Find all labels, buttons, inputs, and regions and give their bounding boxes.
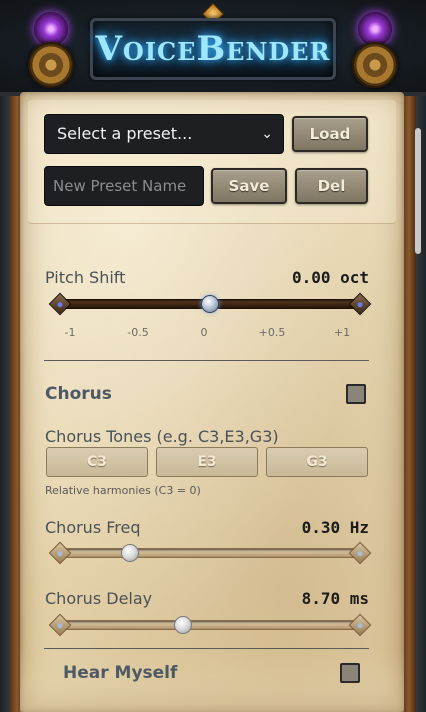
slider-end-right-icon [348, 613, 372, 637]
chorus-freq-slider[interactable] [48, 541, 372, 565]
slider-end-left-icon [48, 613, 72, 637]
save-button[interactable]: Save [211, 168, 287, 204]
pitch-tick: +0.5 [258, 326, 286, 339]
pitch-tick: -0.5 [127, 326, 149, 339]
slider-rail [60, 548, 360, 558]
delete-button[interactable]: Del [295, 168, 368, 204]
chorus-title: Chorus [45, 384, 112, 404]
scrollbar-thumb[interactable] [415, 128, 421, 254]
chorus-delay-label: Chorus Delay [45, 589, 153, 608]
chorus-tones-label: Chorus Tones (e.g. C3,E3,G3) [45, 427, 279, 446]
app-title: VoiceBender [95, 29, 331, 69]
gear-left-icon [28, 42, 74, 88]
orb-left-icon [34, 12, 68, 46]
preset-name-input[interactable]: New Preset Name [44, 166, 204, 206]
hear-myself-title: Hear Myself [63, 663, 178, 683]
chorus-delay-knob[interactable] [174, 616, 193, 634]
preset-select[interactable]: Select a preset... ⌄ [44, 114, 284, 154]
pitch-shift-slider[interactable] [48, 292, 372, 316]
chorus-hint: Relative harmonies (C3 = 0) [45, 484, 201, 497]
chorus-tone-c3[interactable]: C3 [46, 447, 148, 477]
header: VoiceBender [0, 0, 426, 96]
pitch-shift-label: Pitch Shift [45, 268, 126, 287]
slider-end-right-icon [348, 292, 372, 316]
hear-myself-checkbox[interactable] [340, 663, 360, 683]
chevron-down-icon: ⌄ [261, 126, 273, 142]
pitch-shift-knob[interactable] [201, 295, 219, 313]
load-button[interactable]: Load [292, 116, 368, 152]
chorus-freq-label: Chorus Freq [45, 518, 141, 537]
chorus-delay-value: 8.70 ms [301, 589, 369, 608]
slider-end-left-icon [48, 541, 72, 565]
slider-end-left-icon [48, 292, 72, 316]
chorus-tone-g3[interactable]: G3 [266, 447, 368, 477]
chorus-freq-knob[interactable] [121, 544, 140, 562]
pitch-tick: +1 [333, 326, 351, 339]
slider-rail [60, 620, 360, 630]
pitch-tick: 0 [200, 326, 208, 339]
frame-wood-right [402, 80, 416, 712]
chorus-freq-value: 0.30 Hz [301, 518, 369, 537]
pitch-shift-value: 0.00 oct [291, 268, 369, 287]
chorus-checkbox[interactable] [346, 384, 366, 404]
divider [44, 360, 369, 361]
preset-select-value: Select a preset... [57, 124, 193, 143]
slider-end-right-icon [348, 541, 372, 565]
gear-right-icon [352, 42, 398, 88]
orb-right-icon [358, 12, 392, 46]
pitch-tick: -1 [64, 326, 76, 339]
chorus-tone-e3[interactable]: E3 [156, 447, 258, 477]
pitch-ticks: -1 -0.5 0 +0.5 +1 [50, 326, 370, 340]
chorus-delay-slider[interactable] [48, 613, 372, 637]
